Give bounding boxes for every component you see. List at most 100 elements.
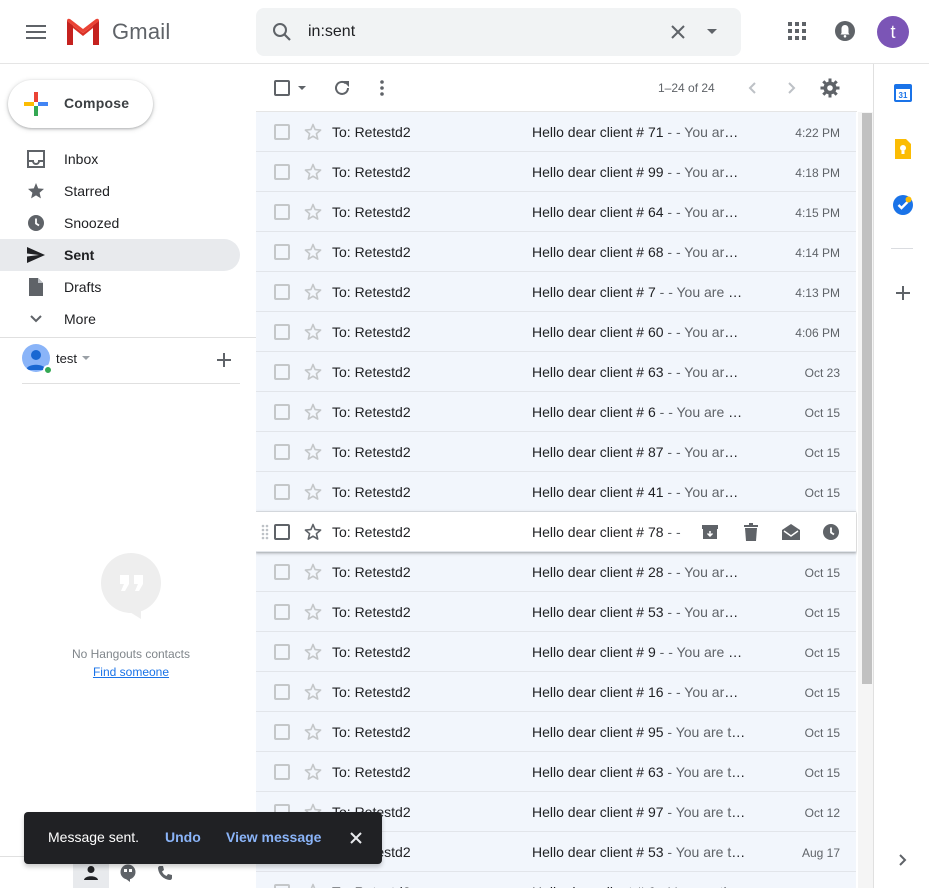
scrollbar-thumb[interactable] [862,113,872,684]
row-checkbox[interactable] [274,604,290,620]
email-snippet: - You are the best client in the world [667,804,746,820]
gmail-logo[interactable]: Gmail [64,14,170,50]
mark-as-read-icon[interactable] [779,520,803,544]
row-checkbox[interactable] [274,684,290,700]
status-dropdown-icon[interactable] [82,356,90,360]
row-checkbox[interactable] [274,884,290,888]
chevron-right-icon[interactable] [893,850,913,870]
find-someone-link[interactable]: Find someone [40,665,222,679]
drag-handle-icon[interactable] [261,524,269,540]
row-checkbox[interactable] [274,404,290,420]
email-recipient: To: Retestd2 [332,164,411,180]
chevron-right-icon[interactable] [780,76,804,100]
sidebar-item-sent[interactable]: Sent [0,239,240,271]
tasks-icon[interactable] [893,195,913,215]
chevron-left-icon[interactable] [740,76,764,100]
star-icon[interactable] [303,442,323,462]
star-icon[interactable] [303,682,323,702]
star-icon[interactable] [303,522,323,542]
row-checkbox[interactable] [274,444,290,460]
email-subject-text: Hello dear client # 9 [532,644,656,660]
email-row[interactable]: To: Retestd2 Hello dear client # 7 - - Yo… [256,272,856,312]
email-row[interactable]: To: Retestd2 Hello dear client # 99 - - Y… [256,152,856,192]
email-row[interactable]: To: Retestd2 Hello dear client # 6 - - Yo… [256,392,856,432]
row-checkbox[interactable] [274,484,290,500]
email-row[interactable]: To: Retestd2 Hello dear client # 71 - - Y… [256,112,856,152]
row-checkbox[interactable] [274,324,290,340]
search-options-icon[interactable] [696,16,728,48]
refresh-icon[interactable] [330,76,354,100]
more-options-icon[interactable] [370,76,394,100]
account-avatar[interactable]: t [877,16,909,48]
email-row[interactable]: To: Retestd2 Hello dear client # 95 - You… [256,712,856,752]
search-input[interactable] [308,20,648,44]
email-date: Oct 15 [804,766,840,780]
compose-button[interactable]: Compose [8,80,153,128]
calendar-icon[interactable]: 31 [893,83,913,103]
settings-gear-icon[interactable] [818,76,842,100]
email-row[interactable]: To: Retestd2 Hello dear client # 68 - - Y… [256,232,856,272]
star-icon[interactable] [303,642,323,662]
star-icon[interactable] [303,562,323,582]
row-checkbox[interactable] [274,204,290,220]
sidebar-item-starred[interactable]: Starred [0,175,240,207]
star-icon[interactable] [303,762,323,782]
star-icon[interactable] [303,242,323,262]
star-icon[interactable] [303,322,323,342]
archive-icon[interactable] [698,520,722,544]
star-icon[interactable] [303,202,323,222]
star-icon[interactable] [303,722,323,742]
star-icon[interactable] [303,602,323,622]
sidebar-item-snoozed[interactable]: Snoozed [0,207,240,239]
email-row[interactable]: To: Retestd2 Hello dear client # 87 - - Y… [256,432,856,472]
row-checkbox[interactable] [274,124,290,140]
email-row[interactable]: To: Retestd2 Hello dear client # 16 - - Y… [256,672,856,712]
row-checkbox[interactable] [274,644,290,660]
email-row[interactable]: To: Retestd2 Hello dear client # 63 - - Y… [256,352,856,392]
star-icon[interactable] [303,402,323,422]
row-checkbox[interactable] [274,164,290,180]
email-row[interactable]: To: Retestd2 Hello dear client # 63 - You… [256,752,856,792]
email-row[interactable]: To: Retestd2 Hello dear client # 64 - - Y… [256,192,856,232]
row-checkbox[interactable] [274,524,290,540]
email-row[interactable]: To: Retestd2 Hello dear client # 41 - - Y… [256,472,856,512]
row-checkbox[interactable] [274,764,290,780]
keep-icon[interactable] [893,139,913,159]
email-snippet: - - You are the best client in the world [667,604,746,620]
select-all-checkbox[interactable] [274,80,290,96]
row-checkbox[interactable] [274,284,290,300]
select-options-icon[interactable] [298,86,306,90]
row-checkbox[interactable] [274,364,290,380]
email-row[interactable]: To: Retestd2 Hello dear client # 9 - - Yo… [256,632,856,672]
undo-button[interactable]: Undo [165,829,201,845]
sidebar-item-more[interactable]: More [0,303,240,335]
star-icon[interactable] [303,122,323,142]
star-icon[interactable] [303,882,323,888]
notifications-icon[interactable] [828,14,862,48]
apps-grid-icon[interactable] [780,14,814,48]
star-icon[interactable] [303,282,323,302]
clear-search-icon[interactable] [662,16,694,48]
star-icon[interactable] [303,362,323,382]
new-conversation-icon[interactable] [214,350,234,370]
row-checkbox[interactable] [274,724,290,740]
row-checkbox[interactable] [274,564,290,580]
delete-icon[interactable] [739,520,763,544]
email-row[interactable]: To: Retestd2 Hello dear client # 60 - - Y… [256,312,856,352]
hangouts-user[interactable]: test [22,344,242,376]
email-row[interactable]: To: Retestd2 Hello dear client # 6 - You … [256,872,856,888]
row-checkbox[interactable] [274,244,290,260]
sidebar-item-inbox[interactable]: Inbox [0,143,240,175]
email-row[interactable]: To: Retestd2 Hello dear client # 28 - - Y… [256,552,856,592]
main-menu-icon[interactable] [16,12,56,52]
email-row[interactable]: To: Retestd2 Hello dear client # 78 - - Y… [256,512,856,552]
star-icon[interactable] [303,482,323,502]
search-icon[interactable] [266,16,298,48]
add-addon-icon[interactable] [893,283,913,303]
close-icon[interactable] [344,826,368,850]
view-message-button[interactable]: View message [226,829,321,845]
snooze-icon[interactable] [819,520,843,544]
email-row[interactable]: To: Retestd2 Hello dear client # 53 - - Y… [256,592,856,632]
sidebar-item-drafts[interactable]: Drafts [0,271,240,303]
star-icon[interactable] [303,162,323,182]
